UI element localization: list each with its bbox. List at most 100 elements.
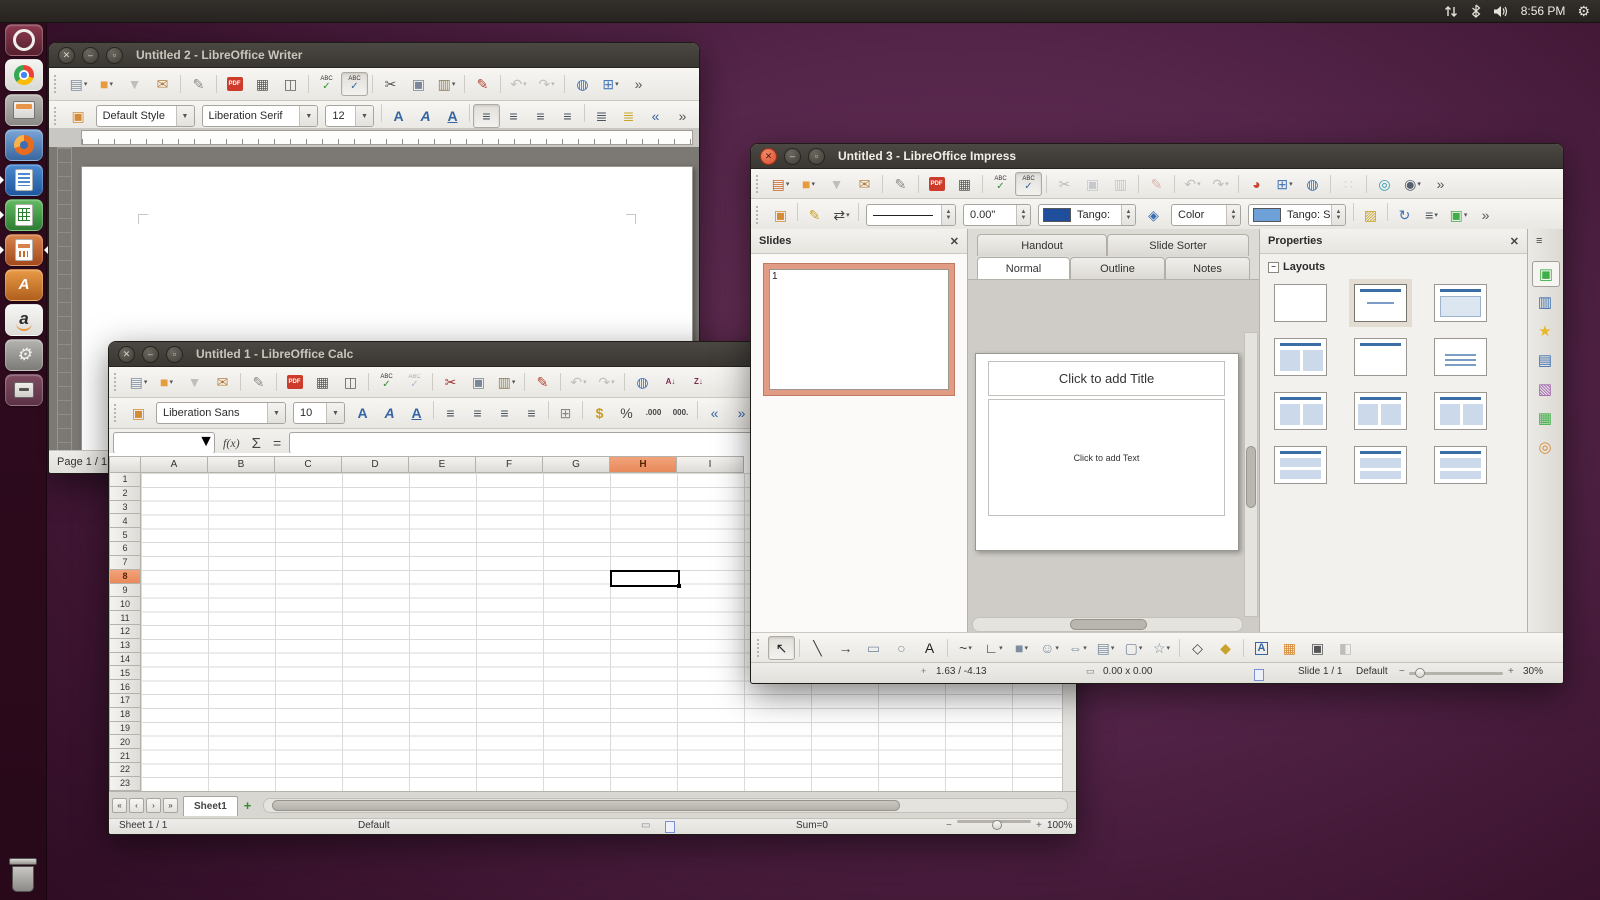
zoom-out-button[interactable]: −: [1399, 666, 1405, 677]
hyperlink-button[interactable]: ◍▾: [629, 370, 656, 394]
sheet-tab[interactable]: Sheet1: [183, 795, 238, 816]
sidebar-navigator-tab[interactable]: ◎: [1532, 435, 1558, 459]
align-objects-button[interactable]: ≡ ▾: [1418, 203, 1445, 227]
row-header[interactable]: 2: [109, 486, 141, 501]
layouts-section-label[interactable]: − Layouts: [1268, 261, 1325, 273]
close-button[interactable]: ✕: [118, 345, 135, 363]
scrollbar-thumb[interactable]: [1246, 446, 1256, 509]
impress-titlebar[interactable]: ✕ – ▫ Untitled 3 - LibreOffice Impress: [751, 144, 1563, 169]
paste-button[interactable]: ▥▾: [493, 370, 520, 394]
align-left-button[interactable]: ≡▾: [437, 401, 464, 425]
volume-indicator-icon[interactable]: [1493, 0, 1509, 22]
formula-button[interactable]: =: [269, 435, 285, 451]
row-header[interactable]: 10: [109, 597, 141, 612]
layout-content-and-2-content[interactable]: [1354, 392, 1407, 430]
row-header[interactable]: 15: [109, 666, 141, 681]
sidebar-transitions-tab[interactable]: ▥: [1532, 290, 1558, 314]
display-grid-button[interactable]: ∷▾: [1335, 172, 1362, 196]
tab-outline[interactable]: Outline: [1070, 257, 1165, 279]
auto-spellcheck-button[interactable]: ✓▾: [401, 370, 428, 394]
chevron-down-icon[interactable]: ▼: [267, 403, 285, 423]
arrange-front-button[interactable]: ▣▾: [1304, 636, 1331, 660]
send-email-button[interactable]: ✉▾: [851, 172, 878, 196]
column-header[interactable]: C: [275, 456, 342, 473]
sidebar-gallery-tab[interactable]: ▦: [1532, 406, 1558, 430]
first-sheet-button[interactable]: «: [112, 798, 127, 813]
name-box[interactable]: ▼: [113, 432, 215, 454]
sort-ascending-button[interactable]: A↓▾: [657, 370, 684, 394]
font-name-combo[interactable]: Liberation Serif ▼: [201, 105, 319, 127]
writer-titlebar[interactable]: ✕ – ▫ Untitled 2 - LibreOffice Writer: [49, 43, 699, 68]
layout-2-content-and-content[interactable]: [1274, 392, 1327, 430]
copy-button[interactable]: ▣▾: [465, 370, 492, 394]
column-header[interactable]: A: [141, 456, 208, 473]
stepper-arrows[interactable]: ▲ ▼: [1331, 205, 1345, 225]
symbol-shapes-tool[interactable]: ☺ ▾: [1036, 636, 1063, 660]
shadow-button[interactable]: ▨▾: [1357, 203, 1384, 227]
scrollbar-thumb[interactable]: [272, 800, 901, 811]
selected-cell-H8[interactable]: [610, 569, 681, 588]
horizontal-scrollbar[interactable]: [263, 798, 1068, 813]
row-header[interactable]: 17: [109, 694, 141, 708]
zoom-out-button[interactable]: −: [946, 820, 952, 831]
trash-icon[interactable]: [9, 858, 37, 892]
zoom-level-status[interactable]: 100%: [1047, 820, 1073, 831]
stepper-arrows[interactable]: ▲ ▼: [941, 205, 955, 225]
row-header[interactable]: 3: [109, 500, 141, 515]
percent-format-button[interactable]: %▾: [613, 401, 640, 425]
launcher-libreoffice-calc[interactable]: [0, 199, 43, 231]
row-header[interactable]: 22: [109, 763, 141, 777]
navigator-button[interactable]: ◎▾: [1371, 172, 1398, 196]
stepper-arrows[interactable]: ▲ ▼: [1121, 205, 1135, 225]
export-pdf-button[interactable]: PDF▾: [221, 72, 248, 96]
auto-spellcheck-button[interactable]: ✓▾: [341, 72, 368, 96]
column-header[interactable]: E: [409, 456, 476, 473]
sidebar-master-pages-tab[interactable]: ▤: [1532, 348, 1558, 372]
justify-button[interactable]: ≡▾: [518, 401, 545, 425]
row-header[interactable]: 11: [109, 611, 141, 625]
transformations-button[interactable]: ↻▾: [1391, 203, 1418, 227]
redo-button[interactable]: ↷ ▾: [593, 370, 620, 394]
row-header[interactable]: 14: [109, 652, 141, 667]
bullet-list-button[interactable]: ≣▾: [615, 104, 642, 128]
line-tool[interactable]: ╲▾: [804, 636, 831, 660]
close-icon[interactable]: ✕: [950, 235, 959, 248]
clone-formatting-button[interactable]: ✎▾: [469, 72, 496, 96]
maximize-button[interactable]: ▫: [106, 46, 123, 64]
italic-button[interactable]: A▾: [412, 104, 439, 128]
underline-button[interactable]: A▾: [439, 104, 466, 128]
fontwork-button[interactable]: A▾: [1248, 636, 1275, 660]
layout-title-content[interactable]: [1434, 284, 1487, 322]
close-button[interactable]: ✕: [58, 46, 75, 64]
edit-mode-button[interactable]: ✎▾: [245, 370, 272, 394]
auto-spellcheck-button[interactable]: ✓▾: [1015, 171, 1042, 196]
spelling-button[interactable]: ✓▾: [373, 370, 400, 394]
print-button[interactable]: ▦▾: [309, 370, 336, 394]
insert-chart-button[interactable]: ◕▾: [1243, 172, 1270, 196]
collapse-icon[interactable]: −: [1268, 261, 1279, 273]
sidebar-properties-tab[interactable]: ▣: [1532, 261, 1560, 287]
row-header[interactable]: 23: [109, 776, 141, 791]
delete-decimal-button[interactable]: 000.▾: [667, 401, 694, 425]
numbered-list-button[interactable]: ≣▾: [588, 104, 615, 128]
open-button[interactable]: ■ ▾: [153, 370, 180, 394]
print-button[interactable]: ▦▾: [951, 172, 978, 196]
stars-tool[interactable]: ☆ ▾: [1148, 636, 1175, 660]
launcher-file-manager[interactable]: [5, 94, 43, 126]
sort-descending-button[interactable]: Z↓▾: [685, 370, 712, 394]
line-dialog-button[interactable]: ✎▾: [801, 203, 828, 227]
launcher-firefox[interactable]: [5, 129, 43, 161]
cut-button[interactable]: ✂▾: [377, 72, 404, 96]
arrange-button[interactable]: ▣ ▾: [1445, 203, 1472, 227]
styles-widget-button[interactable]: ▣: [125, 401, 152, 425]
block-arrows-tool[interactable]: ⇔ ▾: [1064, 636, 1091, 660]
copy-button[interactable]: ▣▾: [405, 72, 432, 96]
clock[interactable]: 8:56 PM: [1521, 4, 1566, 18]
scrollbar-thumb[interactable]: [1069, 619, 1148, 630]
zoom-in-button[interactable]: +: [1508, 666, 1514, 677]
row-header[interactable]: 12: [109, 624, 141, 639]
export-pdf-button[interactable]: PDF▾: [281, 370, 308, 394]
row-header[interactable]: 1: [109, 473, 141, 487]
last-sheet-button[interactable]: »: [163, 798, 178, 813]
currency-format-button[interactable]: $▾: [586, 401, 613, 425]
